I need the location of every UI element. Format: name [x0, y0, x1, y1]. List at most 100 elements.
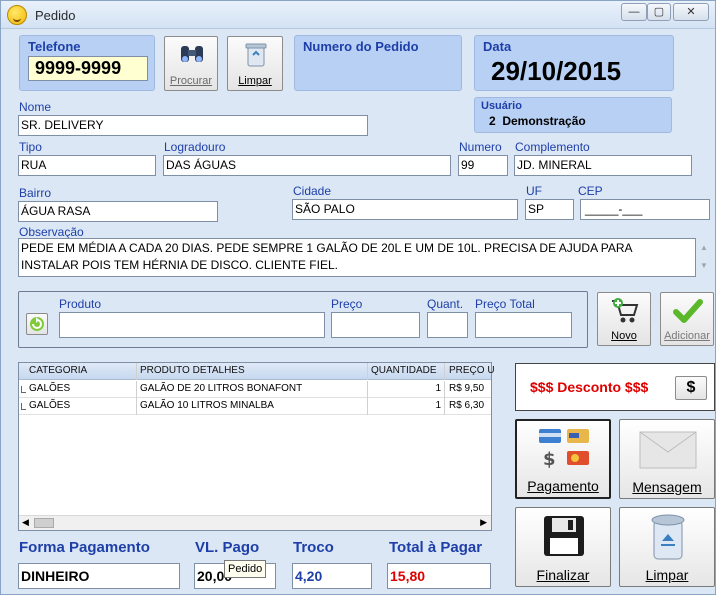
preco-total-input[interactable]	[475, 312, 572, 338]
items-table: CATEGORIA PRODUTO DETALHES QUANTIDADE PR…	[18, 362, 495, 531]
uf-input[interactable]: SP	[525, 199, 574, 220]
floppy-disk-icon	[544, 516, 584, 556]
scroll-right-icon[interactable]: ▶	[480, 517, 487, 528]
shopping-cart-add-icon	[612, 298, 639, 323]
table-row[interactable]: GALÕES GALÃO DE 20 LITROS BONAFONT 1 R$ …	[19, 381, 491, 398]
refresh-icon	[30, 317, 44, 331]
bairro-label: Bairro	[19, 186, 52, 200]
limpar-telefone-button[interactable]: Limpar	[227, 36, 283, 91]
produto-input[interactable]	[59, 312, 325, 338]
logradouro-label: Logradouro	[164, 140, 226, 154]
numero-input[interactable]: 99	[458, 155, 508, 176]
table-row[interactable]: GALÕES GALÃO 10 LITROS MINALBA 1 R$ 6,30	[19, 398, 491, 415]
usuario-label: Usuário	[481, 100, 522, 112]
cep-input[interactable]: _____-___	[580, 199, 710, 220]
minimize-button[interactable]: —	[621, 3, 647, 21]
vl-pago-label: VL. Pago	[195, 539, 260, 556]
horizontal-scrollbar[interactable]: ◀ ▶	[19, 515, 491, 530]
refresh-product-button[interactable]	[26, 313, 48, 335]
limpar-button[interactable]: Limpar	[619, 507, 715, 587]
mensagem-button[interactable]: Mensagem	[619, 419, 715, 499]
desconto-panel: $$$ Desconto $$$ $	[515, 363, 715, 411]
nome-input[interactable]: SR. DELIVERY	[18, 115, 368, 136]
complemento-input[interactable]: JD. MINERAL	[514, 155, 692, 176]
envelope-icon	[639, 431, 697, 469]
pagamento-label: Pagamento	[527, 478, 599, 494]
nome-label: Nome	[19, 100, 52, 114]
finalizar-button[interactable]: Finalizar	[515, 507, 611, 587]
cidade-input[interactable]: SÃO PALO	[292, 199, 518, 220]
checkmark-icon	[673, 299, 703, 323]
preco-label: Preço	[331, 297, 363, 311]
procurar-label: Procurar	[169, 75, 213, 87]
usuario-panel: Usuário 2 Demonstração	[474, 97, 672, 133]
tipo-input[interactable]: RUA	[18, 155, 156, 176]
cidade-label: Cidade	[293, 184, 332, 198]
mensagem-label: Mensagem	[632, 479, 702, 495]
cell-preco: R$ 6,30	[449, 400, 485, 411]
column-divider	[367, 363, 368, 380]
column-header-preco[interactable]: PREÇO U	[449, 365, 495, 376]
scroll-left-icon[interactable]: ◀	[22, 517, 29, 528]
procurar-button[interactable]: Procurar	[164, 36, 218, 91]
adicionar-button[interactable]: Adicionar	[660, 292, 714, 346]
column-header-produto[interactable]: PRODUTO DETALHES	[140, 365, 245, 376]
cell-preco: R$ 9,50	[449, 383, 485, 394]
tipo-label: Tipo	[19, 140, 42, 154]
limpar-label: Limpar	[645, 567, 689, 583]
quant-label: Quant.	[427, 297, 464, 311]
maximize-button[interactable]: ▢	[647, 3, 671, 21]
forma-pagamento-input[interactable]: DINHEIRO	[18, 563, 180, 589]
cell-produto: GALÃO DE 20 LITROS BONAFONT	[140, 383, 303, 394]
pagamento-button[interactable]: $ Pagamento	[515, 419, 611, 499]
cep-label: CEP	[578, 184, 603, 198]
novo-label: Novo	[611, 330, 637, 342]
telefone-label: Telefone	[28, 39, 81, 54]
usuario-value: 2 Demonstração	[489, 114, 586, 128]
data-value: 29/10/2015	[491, 56, 622, 86]
table-header: CATEGORIA PRODUTO DETALHES QUANTIDADE PR…	[19, 363, 495, 380]
data-label: Data	[483, 39, 512, 54]
column-header-categoria[interactable]: CATEGORIA	[29, 365, 87, 376]
binoculars-icon	[181, 46, 203, 62]
column-divider	[136, 363, 137, 380]
column-divider	[367, 381, 368, 398]
novo-button[interactable]: Novo	[597, 292, 651, 346]
numero-label: Numero	[459, 140, 502, 154]
limpar-telefone-label: Limpar	[238, 75, 272, 87]
cell-produto: GALÃO 10 LITROS MINALBA	[140, 400, 274, 411]
scroll-thumb[interactable]	[34, 518, 54, 528]
logradouro-input[interactable]: DAS ÁGUAS	[163, 155, 451, 176]
bairro-input[interactable]: ÁGUA RASA	[18, 201, 218, 222]
total-pagar-label: Total à Pagar	[389, 539, 483, 556]
finalizar-label: Finalizar	[536, 567, 590, 583]
forma-pagamento-label: Forma Pagamento	[19, 539, 150, 556]
column-divider	[367, 398, 368, 415]
data-panel: Data 29/10/2015	[474, 35, 674, 91]
close-button[interactable]: ✕	[673, 3, 709, 21]
desconto-button[interactable]: $	[675, 376, 707, 400]
window-title: Pedido	[35, 8, 76, 23]
column-divider	[136, 398, 137, 415]
numero-pedido-label: Numero do Pedido	[303, 39, 419, 54]
observacao-textarea[interactable]: PEDE EM MÉDIA A CADA 20 DIAS. PEDE SEMPR…	[18, 238, 696, 277]
quantidade-input[interactable]	[427, 312, 468, 338]
preco-input[interactable]	[331, 312, 420, 338]
row-indicator	[21, 403, 26, 410]
cell-quantidade: 1	[435, 383, 441, 394]
total-pagar-value: 15,80	[387, 563, 491, 589]
cell-quantidade: 1	[435, 400, 441, 411]
column-header-quantidade[interactable]: QUANTIDADE	[371, 365, 437, 376]
uf-label: UF	[526, 184, 542, 198]
trash-icon	[245, 43, 267, 67]
cell-categoria: GALÕES	[29, 400, 71, 411]
telefone-input[interactable]: 9999-9999	[28, 56, 148, 81]
observacao-label: Observação	[19, 225, 84, 239]
adicionar-label: Adicionar	[664, 330, 710, 342]
column-divider	[444, 381, 445, 398]
item-entry-group: Produto Preço Quant. Preço Total	[18, 291, 588, 348]
column-divider	[444, 398, 445, 415]
order-window: Pedido — ▢ ✕ Telefone 9999-9999 Procurar…	[0, 0, 716, 595]
svg-text:$: $	[543, 449, 556, 470]
observacao-scrollbar[interactable]: ▲ ▼	[698, 239, 710, 276]
